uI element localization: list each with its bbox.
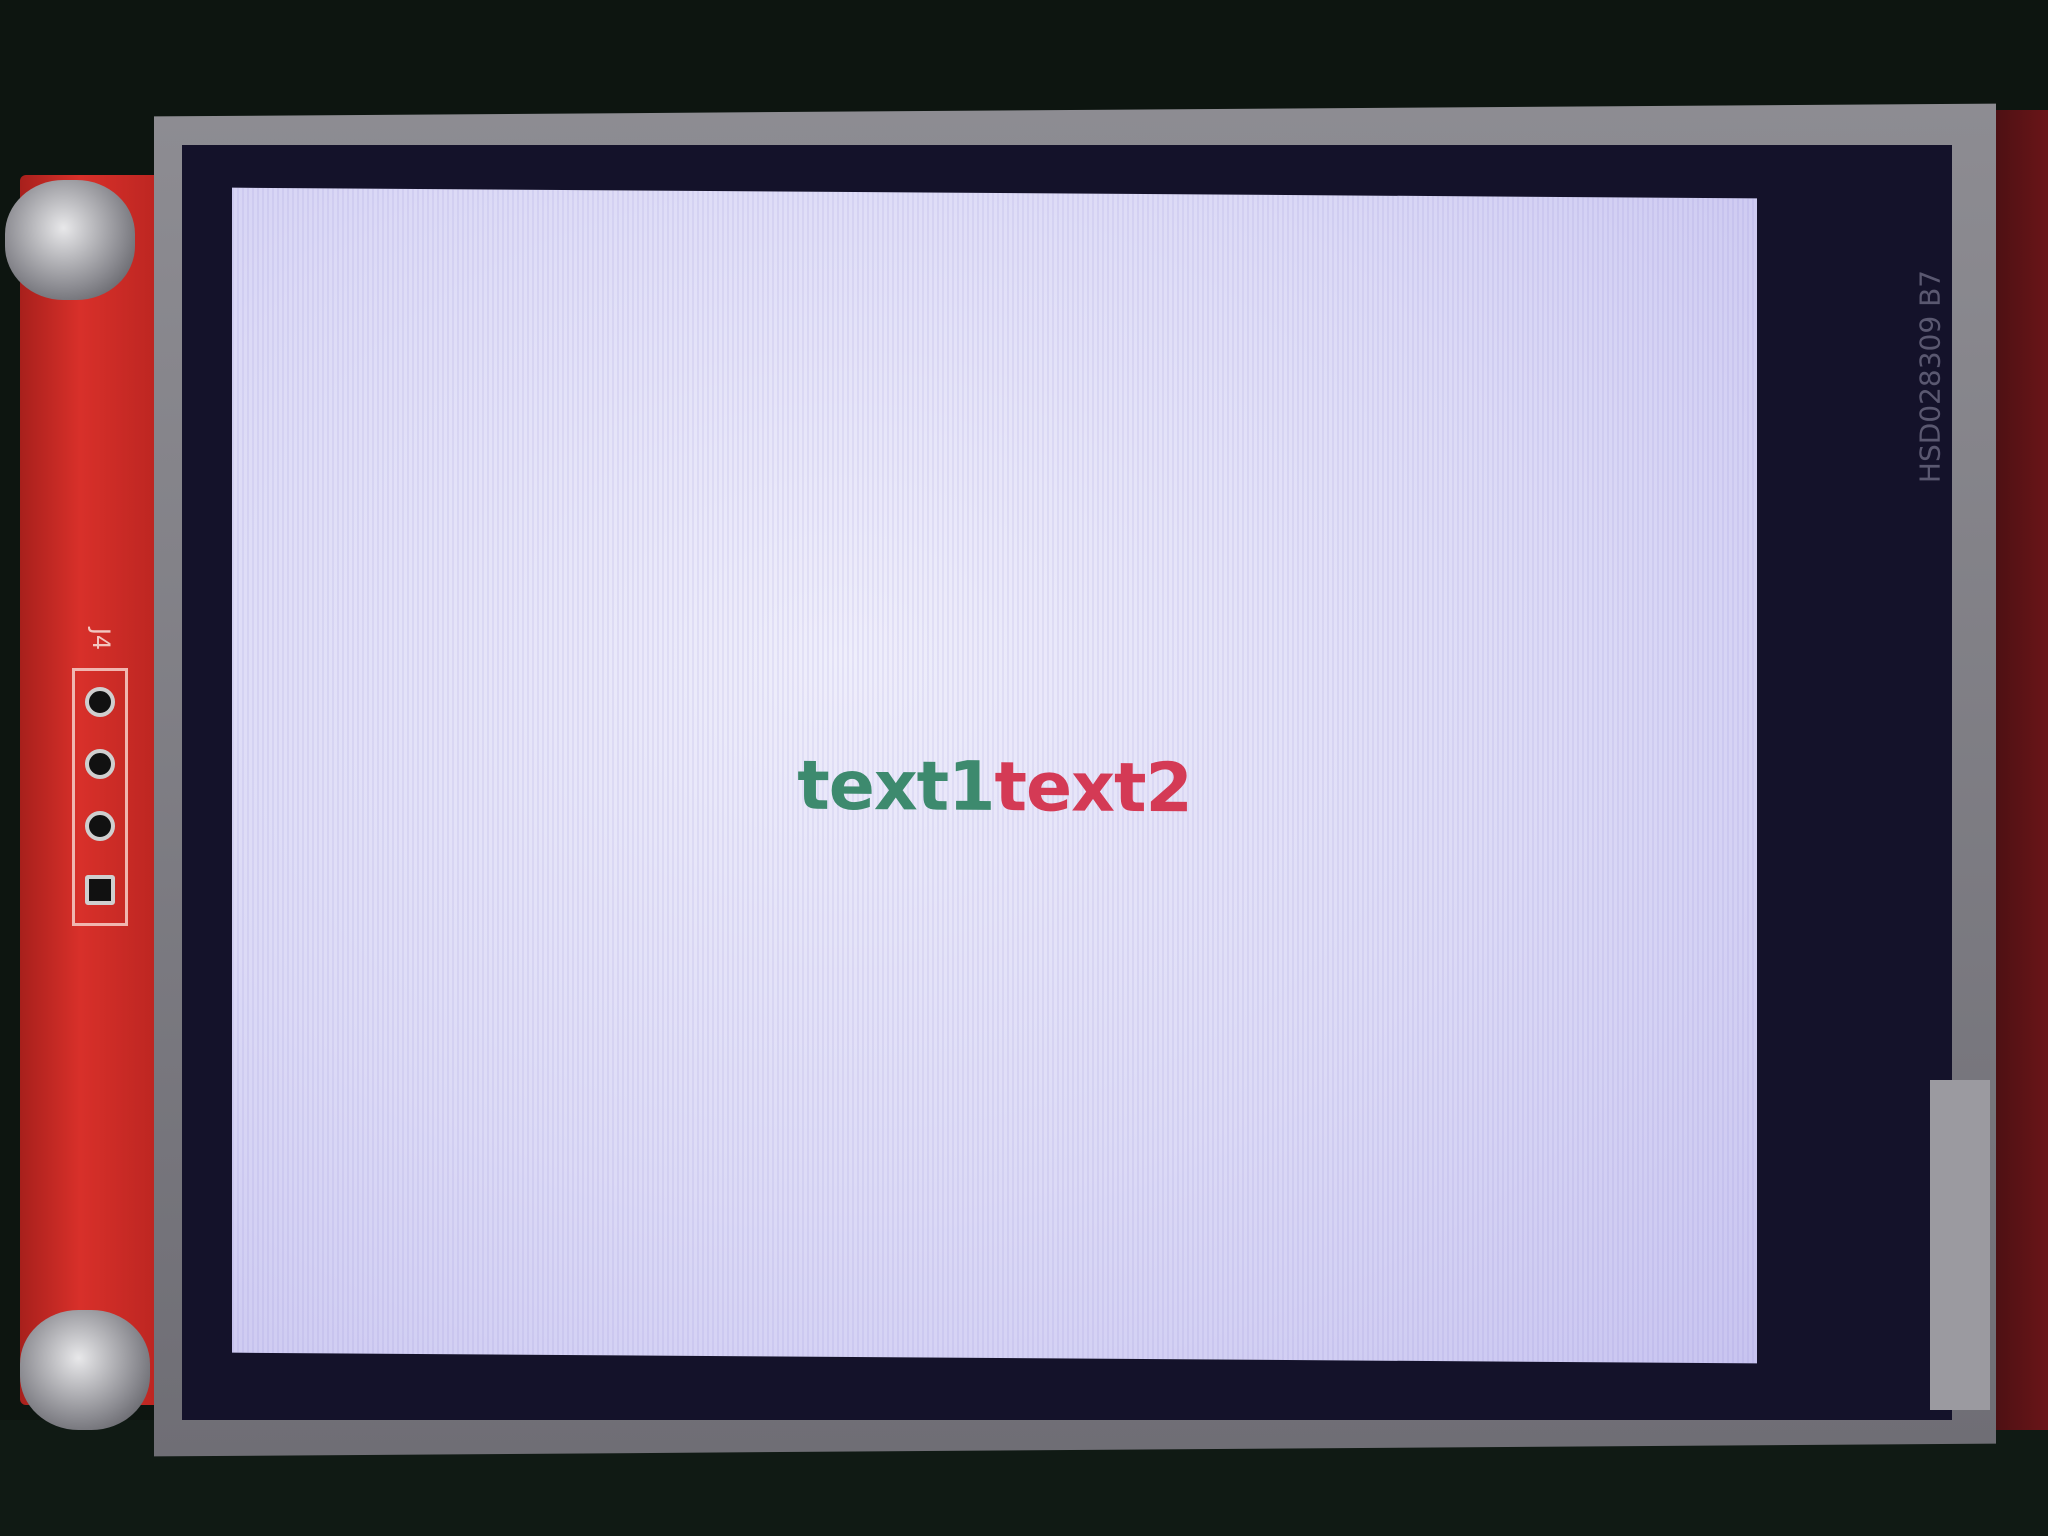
screen-text: text1text2 [232, 743, 1757, 833]
header-pin [85, 749, 115, 779]
pin-header [72, 668, 128, 926]
mounting-bolt-bottom [20, 1310, 150, 1430]
header-label: J4 [87, 627, 116, 651]
model-label: HSD028309 B7 [1913, 269, 1947, 484]
text2: text2 [994, 748, 1192, 829]
header-pin [85, 811, 115, 841]
header-pin [85, 687, 115, 717]
flex-connector [1930, 1080, 1990, 1410]
lcd-screen: text1text2 [232, 187, 1757, 1364]
mounting-bolt-top [5, 180, 135, 300]
text1: text1 [797, 746, 995, 827]
header-pin-square [85, 875, 115, 905]
